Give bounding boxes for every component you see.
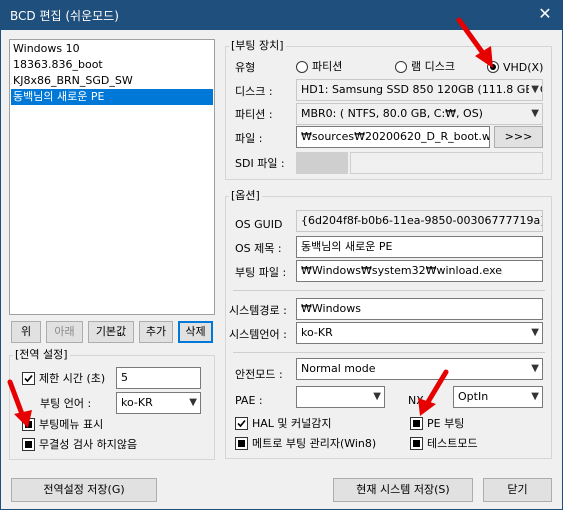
pe-boot-label: PE 부팅 [427, 417, 465, 430]
annotation-arrow-icon [418, 369, 449, 416]
sdi-browse-button [296, 152, 348, 174]
timeout-input[interactable]: 5 [116, 367, 201, 389]
safe-mode-label: 안전모드 : [235, 368, 283, 381]
system-language-label: 시스템언어 : [229, 328, 287, 341]
close-icon[interactable]: ✕ [535, 4, 555, 24]
test-mode-checkbox[interactable] [410, 437, 423, 450]
chevron-down-icon: ▼ [529, 80, 539, 100]
ramdisk-radio[interactable] [395, 61, 407, 73]
show-boot-menu-label: 부팅메뉴 표시 [39, 418, 104, 431]
boot-language-label: 부팅 언어 : [40, 397, 92, 410]
os-guid-label: OS GUID [235, 218, 283, 231]
disk-value: HD1: Samsung SSD 850 120GB (111.8 GB, C:… [301, 83, 543, 96]
pae-label: PAE : [235, 394, 263, 407]
delete-entry-button[interactable]: 삭제 [178, 321, 213, 343]
no-integrity-label: 무결성 검사 하지않음 [39, 438, 138, 451]
boot-device-label: [부팅 장치] [229, 39, 286, 53]
no-integrity-checkbox[interactable] [22, 438, 35, 451]
save-system-button[interactable]: 현재 시스템 저장(S) [333, 478, 473, 502]
os-guid-field: {6d204f8f-b0b6-11ea-9850-00306777719a} [296, 210, 543, 232]
chevron-down-icon: ▼ [373, 391, 381, 402]
options-divider [233, 290, 545, 291]
chevron-down-icon: ▼ [531, 327, 539, 338]
system-language-value: ko-KR [301, 326, 333, 339]
move-up-button[interactable]: 위 [11, 321, 41, 343]
global-settings-label: [전역 설정] [13, 348, 70, 362]
vhd-radio-label: VHD(X) [503, 61, 544, 74]
chevron-down-icon: ▼ [189, 397, 197, 408]
save-global-button[interactable]: 전역설정 저장(G) [11, 478, 157, 502]
partition-label: 파티션 : [235, 108, 273, 121]
file-path-input[interactable]: ₩sources₩20200620_D_R_boot.wim [296, 126, 490, 148]
partition-select[interactable]: MBR0: ( NTFS, 80.0 GB, C:₩, OS) ▼ [296, 103, 543, 125]
options-label: [옵션] [229, 189, 262, 203]
boot-entry-list[interactable]: Windows 10 18363.836_boot KJ8x86_BRN_SGD… [9, 39, 215, 315]
list-item[interactable]: 18363.836_boot [11, 57, 213, 73]
boot-language-value: ko-KR [121, 396, 153, 409]
boot-file-input[interactable]: ₩Windows₩system32₩winload.exe [296, 260, 543, 282]
move-down-button[interactable]: 아래 [46, 321, 83, 343]
window-title: BCD 편집 (쉬운모드) [10, 9, 119, 23]
timeout-label: 제한 시간 (초) [39, 372, 106, 385]
list-item-selected[interactable]: 동백님의 새로운 PE [11, 89, 213, 105]
add-entry-button[interactable]: 추가 [139, 321, 173, 343]
type-label: 유형 [235, 61, 256, 74]
os-title-input[interactable]: 동백님의 새로운 PE [296, 236, 543, 258]
pe-boot-checkbox[interactable] [410, 417, 423, 430]
safe-mode-value: Normal mode [301, 362, 376, 375]
nx-value: OptIn [458, 390, 489, 403]
checkmark-icon [237, 419, 246, 428]
boot-file-label: 부팅 파일 : [235, 266, 287, 279]
annotation-arrow-icon [456, 17, 493, 68]
options-divider [233, 352, 545, 353]
pae-select[interactable]: ▼ [296, 386, 385, 408]
system-language-select[interactable]: ko-KR ▼ [296, 322, 543, 344]
partition-radio[interactable] [296, 61, 308, 73]
boot-language-select[interactable]: ko-KR ▼ [116, 392, 201, 414]
partition-radio-label: 파티션 [312, 60, 343, 73]
system-root-input[interactable]: ₩Windows [296, 298, 543, 320]
test-mode-label: 테스트모드 [427, 437, 478, 450]
list-item[interactable]: Windows 10 [11, 41, 213, 57]
metro-boot-manager-label: 메트로 부팅 관리자(Win8) [252, 437, 377, 450]
chevron-down-icon: ▼ [531, 108, 539, 119]
ramdisk-radio-label: 램 디스크 [411, 60, 455, 73]
metro-boot-manager-checkbox[interactable] [235, 437, 248, 450]
disk-label: 디스크 : [235, 85, 273, 98]
nx-select[interactable]: OptIn ▼ [453, 386, 543, 408]
chevron-down-icon: ▼ [531, 363, 539, 374]
close-button[interactable]: 닫기 [483, 478, 552, 502]
file-label: 파일 : [235, 132, 263, 145]
hal-detect-label: HAL 및 커널감지 [252, 417, 332, 430]
browse-file-button[interactable]: >>> [494, 126, 543, 148]
sdi-file-input [350, 152, 543, 174]
chevron-down-icon: ▼ [531, 391, 539, 402]
sdi-file-label: SDI 파일 : [235, 157, 285, 170]
os-title-label: OS 제목 : [235, 242, 282, 255]
annotation-arrow-icon [7, 379, 32, 428]
list-item[interactable]: KJ8x86_BRN_SGD_SW [11, 73, 213, 89]
partition-value: MBR0: ( NTFS, 80.0 GB, C:₩, OS) [301, 107, 483, 120]
system-root-label: 시스템경로 : [229, 304, 287, 317]
set-default-button[interactable]: 기본값 [88, 321, 134, 343]
disk-select[interactable]: HD1: Samsung SSD 850 120GB (111.8 GB, C:… [296, 79, 543, 101]
hal-detect-checkbox[interactable] [235, 417, 248, 430]
